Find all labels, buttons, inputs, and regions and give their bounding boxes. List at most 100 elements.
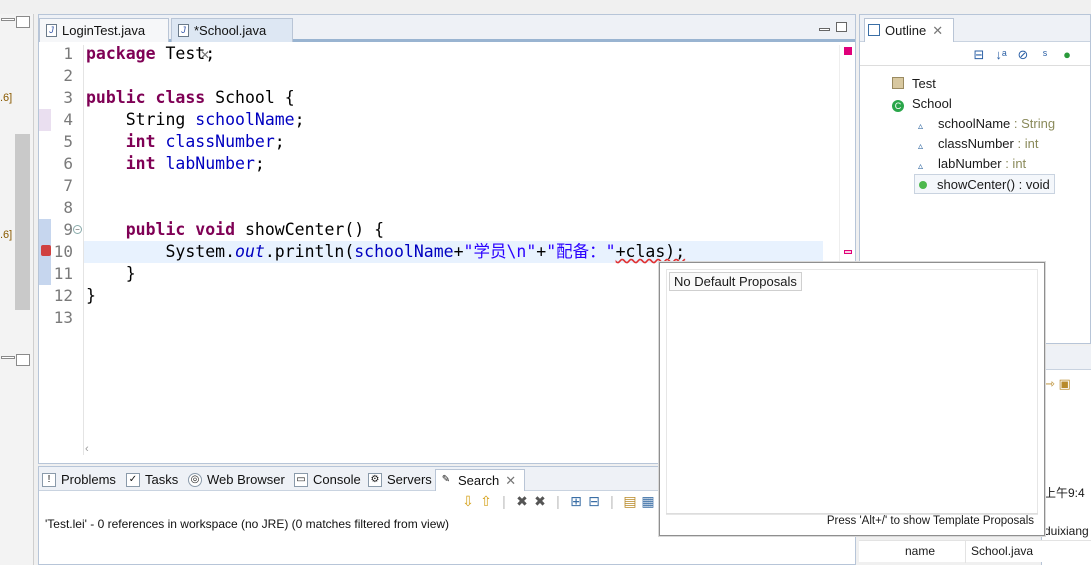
item-type: : String xyxy=(1010,116,1056,131)
scrollbar-thumb[interactable] xyxy=(15,134,30,310)
line-number: 6 xyxy=(63,154,73,173)
tab-label: LoginTest.java xyxy=(62,23,146,38)
code-line-1: package Test; xyxy=(86,44,216,63)
search-toolbar: ⇩ ⇧ | ✖ ✖ | ⊞ ⊟ | ▤ ▦ xyxy=(459,493,657,515)
line-number: 12 xyxy=(53,286,73,305)
line-number: 3 xyxy=(63,88,73,107)
line-number: 10 xyxy=(53,242,73,261)
sort-icon[interactable]: ↓ᵃ xyxy=(990,47,1012,62)
hide-static-icon[interactable]: ˢ xyxy=(1034,47,1056,62)
collapse-all-icon[interactable]: ⊟ xyxy=(585,493,603,510)
tab-console[interactable]: ▭ Console xyxy=(291,469,361,491)
minimize-button[interactable] xyxy=(819,27,830,31)
outline-toolbar: ⊟ ↓ᵃ ⊘ ˢ ● xyxy=(968,47,1078,63)
error-marker[interactable] xyxy=(844,250,852,254)
line-number: 5 xyxy=(63,132,73,151)
property-row-name[interactable]: name School.java xyxy=(859,540,1091,563)
tab-problems[interactable]: ! Problems xyxy=(39,469,116,491)
item-label: classNumber xyxy=(938,136,1014,151)
globe-icon: ◎ xyxy=(188,473,202,487)
layout-icon[interactable]: ▦ xyxy=(639,493,657,510)
next-match-icon[interactable]: ⇩ xyxy=(459,493,477,510)
hide-fields-icon[interactable]: ⊘ xyxy=(1012,47,1034,63)
tab-label: *School.java xyxy=(194,23,267,38)
remove-match-icon[interactable]: ✖ xyxy=(513,493,531,510)
properties-toolbar-icons[interactable]: ⇾ ▣ xyxy=(1044,376,1071,392)
proposal-list[interactable]: No Default Proposals xyxy=(666,269,1038,515)
tab-web-browser[interactable]: ◎ Web Browser xyxy=(185,469,285,491)
outline-title: Outline xyxy=(885,23,927,38)
hide-nonpublic-icon[interactable]: ● xyxy=(1056,47,1078,62)
left-label-2: .6] xyxy=(0,229,13,241)
outline-item-field[interactable]: ▵ classNumber : int xyxy=(918,134,1038,154)
tasks-icon: ✓ xyxy=(126,473,140,487)
line-number: 4 xyxy=(63,110,73,129)
fold-icon[interactable]: − xyxy=(73,225,82,234)
item-type: : int xyxy=(1001,156,1027,171)
property-key: name xyxy=(905,544,936,558)
item-type: : int xyxy=(1013,136,1039,151)
package-icon xyxy=(892,77,904,89)
minimize-button[interactable] xyxy=(1,18,15,21)
collapse-all-icon[interactable]: ⊟ xyxy=(968,47,990,63)
tab-servers[interactable]: ⚙ Servers xyxy=(365,469,432,491)
tab-label: Console xyxy=(313,472,361,487)
line-number: 13 xyxy=(53,308,73,327)
code-line-9: public void showCenter() { xyxy=(125,220,385,239)
tab-school[interactable]: J *School.java ✕ xyxy=(171,18,293,62)
item-label: Test xyxy=(912,76,936,91)
line-number: 9 xyxy=(63,220,73,239)
editor-window-buttons xyxy=(813,21,847,33)
item-label: showCenter() : void xyxy=(937,177,1050,192)
tab-logintest[interactable]: J LoginTest.java xyxy=(39,18,169,42)
history-icon[interactable]: ▤ xyxy=(621,493,639,510)
tab-label: Search xyxy=(458,473,500,488)
remove-all-icon[interactable]: ✖ xyxy=(531,493,549,510)
item-label: labNumber xyxy=(938,156,1002,171)
search-status-text: 'Test.lei' - 0 references in workspace (… xyxy=(45,517,450,531)
outline-item-class[interactable]: C School xyxy=(892,94,952,114)
tab-outline[interactable]: Outline ✕ xyxy=(864,18,955,42)
code-line-10: System.out.println(schoolName+"学员\n"+"配备… xyxy=(165,242,686,261)
outline-icon xyxy=(868,24,880,36)
scroll-left-icon[interactable]: ‹ xyxy=(85,443,89,455)
expand-all-icon[interactable]: ⊞ xyxy=(567,493,585,510)
close-icon[interactable]: ✕ xyxy=(932,23,943,38)
properties-tab-bar xyxy=(1042,346,1091,370)
maximize-button[interactable] xyxy=(16,16,30,28)
outline-item-field[interactable]: ▵ schoolName : String xyxy=(918,114,1055,134)
tab-tasks[interactable]: ✓ Tasks xyxy=(123,469,178,491)
close-icon[interactable]: ✕ xyxy=(505,473,516,488)
line-number: 2 xyxy=(63,66,73,85)
method-icon xyxy=(919,181,927,189)
no-proposals-message[interactable]: No Default Proposals xyxy=(669,272,802,291)
content-assist-popup[interactable]: No Default Proposals Press 'Alt+/' to sh… xyxy=(659,262,1045,536)
item-label: School xyxy=(912,96,952,111)
outline-item-method[interactable]: showCenter() : void xyxy=(914,174,1055,194)
code-line-4: String schoolName; xyxy=(86,110,305,129)
outline-tree: Test C School ▵ schoolName : String ▵ class… xyxy=(860,65,1090,194)
left-label-1: .6] xyxy=(0,92,13,104)
field-icon: ▵ xyxy=(918,161,924,172)
tab-search[interactable]: ✎ Search ✕ xyxy=(435,469,526,491)
property-value: School.java xyxy=(971,544,1034,558)
line-number: 11 xyxy=(53,264,73,283)
property-author: duixiang xyxy=(1044,524,1089,538)
item-label: schoolName xyxy=(938,116,1011,131)
outline-item-field[interactable]: ▵ labNumber : int xyxy=(918,154,1026,174)
java-file-icon: J xyxy=(178,24,189,37)
tab-label: Problems xyxy=(61,472,116,487)
tab-label: Servers xyxy=(387,472,432,487)
code-line-12: } xyxy=(86,286,96,305)
servers-icon: ⚙ xyxy=(368,473,382,487)
previous-match-icon[interactable]: ⇧ xyxy=(477,493,495,510)
maximize-button-2[interactable] xyxy=(16,354,30,366)
maximize-button[interactable] xyxy=(836,22,847,33)
console-icon: ▭ xyxy=(294,473,308,487)
outline-item-package[interactable]: Test xyxy=(892,74,936,94)
error-marker[interactable] xyxy=(844,47,852,55)
code-line-5: int classNumber; xyxy=(125,132,285,151)
editor-tab-bar: J LoginTest.java J *School.java ✕ xyxy=(39,15,855,62)
minimize-button-2[interactable] xyxy=(1,356,15,359)
left-view-strip: .6] .6] xyxy=(0,14,34,565)
